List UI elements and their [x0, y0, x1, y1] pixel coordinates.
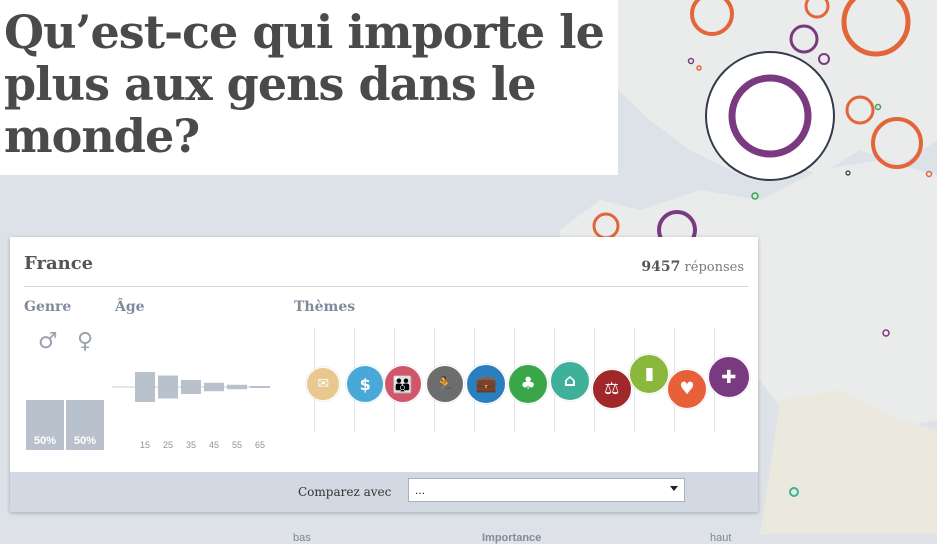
age-tick-label: 65 [255, 440, 265, 450]
age-bar-55[interactable] [227, 384, 247, 390]
envelope-icon[interactable]: ✉ [306, 367, 341, 401]
country-panel: France 9457 réponses Genre Âge Thèmes ♂ … [10, 237, 758, 544]
health-cross-icon[interactable]: ✚ [707, 356, 750, 398]
age-bar-45[interactable] [204, 382, 224, 392]
page-title: Qu’est-ce qui importe le plus aux gens d… [4, 5, 605, 163]
female-bar[interactable]: 50% [66, 400, 104, 450]
compare-select[interactable]: ... [408, 478, 685, 502]
compare-selected-value: ... [415, 483, 426, 497]
age-tick-label: 35 [186, 440, 196, 450]
compare-label: Comparez avec [298, 485, 392, 499]
themes-label: Thèmes [294, 299, 356, 315]
age-tick-label: 15 [140, 440, 150, 450]
scales-icon[interactable]: ⚖ [591, 369, 632, 409]
title-box: Qu’est-ce qui importe le plus aux gens d… [0, 0, 618, 175]
book-icon[interactable]: ▮ [629, 354, 670, 394]
age-bar-35[interactable] [181, 380, 201, 394]
money-icon[interactable]: $ [346, 365, 385, 403]
themes-chart: bas Importance haut ✉ $ 👪 🏃 💼 ♣ ⌂ ⚖ ▮ ♥ ✚ [292, 327, 750, 544]
responses-number: 9457 [641, 259, 681, 275]
briefcase-icon[interactable]: 💼 [466, 364, 507, 404]
age-label: Âge [115, 299, 145, 315]
age-tick-label: 55 [232, 440, 242, 450]
running-person-icon[interactable]: 🏃 [425, 365, 464, 403]
chevron-down-icon[interactable] [670, 486, 678, 491]
male-bar[interactable]: 50% [26, 400, 64, 450]
house-icon[interactable]: ⌂ [549, 361, 590, 401]
compare-bar: Comparez avec ... [10, 472, 758, 512]
responses-label: réponses [684, 260, 744, 275]
divider [24, 286, 748, 287]
responses-count: 9457 réponses [641, 259, 744, 275]
tree-icon[interactable]: ♣ [508, 364, 549, 404]
genre-label: Genre [24, 299, 72, 315]
female-pct-label: 50% [73, 435, 97, 447]
heart-icon[interactable]: ♥ [667, 369, 708, 409]
people-icon[interactable]: 👪 [383, 365, 422, 403]
female-icon[interactable]: ♀ [77, 329, 93, 354]
age-chart: 15 25 35 45 55 65 [112, 372, 270, 450]
age-tick-label: 25 [163, 440, 173, 450]
age-bar-65[interactable] [250, 386, 270, 388]
age-tick-label: 45 [209, 440, 219, 450]
country-name: France [24, 253, 94, 274]
male-icon[interactable]: ♂ [38, 329, 58, 354]
male-pct-label: 50% [33, 435, 57, 447]
age-bar-15[interactable] [135, 372, 155, 402]
age-bar-25[interactable] [158, 375, 178, 399]
